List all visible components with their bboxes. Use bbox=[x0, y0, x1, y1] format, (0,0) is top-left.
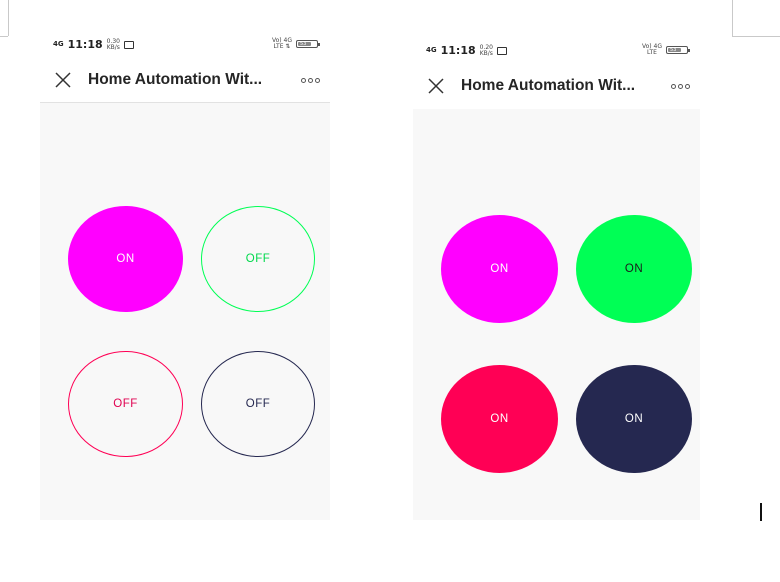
page-title: Home Automation Wit... bbox=[88, 71, 263, 88]
edge-mark bbox=[760, 503, 762, 521]
crop-mark-left-top-v bbox=[8, 0, 9, 36]
volte-sub: LTE ⇅ bbox=[273, 43, 291, 50]
status-bar: 4G 11:18 0.20 KB/s Vo) 4G LTE 53 bbox=[413, 36, 700, 66]
battery-icon: 53 bbox=[296, 40, 320, 48]
battery-level: 53 bbox=[670, 47, 677, 53]
switch-button-1[interactable]: ON bbox=[441, 215, 558, 323]
page-title: Home Automation Wit... bbox=[461, 77, 636, 94]
right-screen: 4G 11:18 0.20 KB/s Vo) 4G LTE 53 Home Au… bbox=[413, 36, 700, 520]
switch-button-3[interactable]: OFF bbox=[68, 351, 183, 457]
data-speed: 0.20 KB/s bbox=[479, 44, 493, 57]
volte-indicator: Vo) 4G LTE ⇅ bbox=[272, 38, 292, 50]
clock: 11:18 bbox=[440, 44, 476, 57]
button-panel: ON ON ON ON bbox=[413, 109, 700, 520]
battery-icon: 53 bbox=[666, 46, 690, 54]
crop-mark-right-top-v bbox=[732, 0, 733, 36]
status-bar: 4G 11:18 0.30 KB/s Vo) 4G LTE ⇅ 53 bbox=[40, 30, 330, 60]
switch-button-3[interactable]: ON bbox=[441, 365, 558, 473]
mail-icon bbox=[497, 46, 507, 55]
switch-button-4[interactable]: OFF bbox=[201, 351, 315, 457]
data-speed: 0.30 KB/s bbox=[106, 38, 120, 51]
clock: 11:18 bbox=[67, 38, 103, 51]
data-speed-unit: KB/s bbox=[106, 43, 120, 51]
data-speed-unit: KB/s bbox=[479, 49, 493, 57]
volte-sub: LTE bbox=[646, 49, 657, 56]
switch-button-4[interactable]: ON bbox=[576, 365, 692, 473]
volte-indicator: Vo) 4G LTE bbox=[642, 44, 662, 56]
mail-icon bbox=[124, 40, 134, 49]
switch-button-2[interactable]: ON bbox=[576, 215, 692, 323]
app-header: Home Automation Wit... bbox=[413, 64, 700, 108]
more-options-icon[interactable] bbox=[671, 83, 690, 89]
network-indicator: 4G bbox=[426, 46, 437, 54]
button-panel: ON OFF OFF OFF bbox=[40, 103, 330, 520]
close-icon[interactable] bbox=[54, 71, 72, 89]
crop-mark-right-top bbox=[732, 36, 780, 37]
switch-button-2[interactable]: OFF bbox=[201, 206, 315, 312]
crop-mark-left-top bbox=[0, 36, 8, 37]
app-header: Home Automation Wit... bbox=[40, 58, 330, 102]
network-indicator: 4G bbox=[53, 40, 64, 48]
close-icon[interactable] bbox=[427, 77, 445, 95]
more-options-icon[interactable] bbox=[301, 77, 320, 83]
left-screen: 4G 11:18 0.30 KB/s Vo) 4G LTE ⇅ 53 Home … bbox=[40, 30, 330, 520]
switch-button-1[interactable]: ON bbox=[68, 206, 183, 312]
battery-level: 53 bbox=[300, 41, 307, 47]
